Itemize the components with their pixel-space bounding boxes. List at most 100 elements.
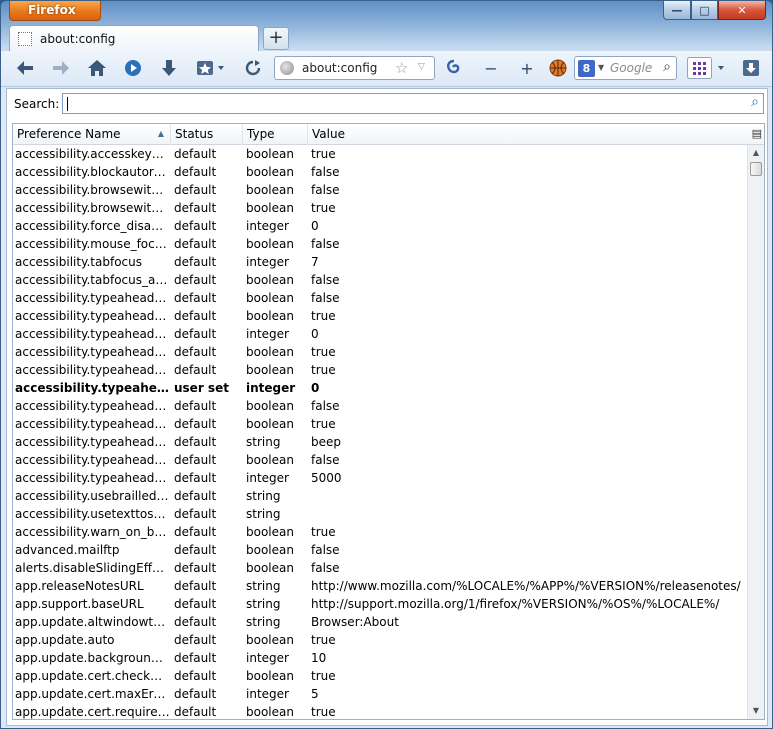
preference-name-cell: accessibility.accesskeycaus... — [15, 147, 170, 161]
addon-swirl-icon[interactable] — [442, 57, 466, 79]
preference-name-cell: accessibility.typeaheadfind.... — [15, 345, 170, 359]
table-row[interactable]: accessibility.tabfocus default integer 7 — [13, 253, 747, 271]
type-cell: boolean — [246, 183, 294, 197]
preference-name-cell: accessibility.tabfocus_appli... — [15, 273, 170, 287]
downloads-panel-icon[interactable] — [739, 57, 763, 79]
reload-icon[interactable] — [241, 57, 265, 79]
addon-ball-icon[interactable] — [546, 57, 570, 79]
value-cell: true — [311, 363, 336, 377]
table-row[interactable]: accessibility.blockautorefresh default boo… — [13, 163, 747, 181]
tab-about-config[interactable]: about:config — [9, 25, 259, 52]
status-cell: default — [174, 507, 217, 521]
table-row[interactable]: accessibility.usetexttospeech default stri… — [13, 505, 747, 523]
zoom-in-icon[interactable]: + — [515, 57, 539, 79]
engine-dropdown-icon[interactable]: ▼ — [598, 63, 604, 72]
status-cell: default — [174, 651, 217, 665]
url-history-dropdown-icon[interactable]: ▽ — [418, 62, 425, 72]
search-placeholder: Google — [610, 61, 653, 75]
value-cell: false — [311, 165, 340, 179]
url-text: about:config — [302, 61, 378, 75]
status-cell: user set — [174, 381, 229, 395]
table-row[interactable]: accessibility.typeaheadfind.... default in… — [13, 469, 747, 487]
search-icon[interactable]: ⌕ — [751, 94, 759, 110]
table-row[interactable]: app.releaseNotesURL default string http://w… — [13, 577, 747, 595]
table-row[interactable]: accessibility.typeaheadfind.... default in… — [13, 325, 747, 343]
value-cell: true — [311, 345, 336, 359]
table-row[interactable]: accessibility.browsewithcaret default bool… — [13, 181, 747, 199]
search-engine-icon[interactable]: 8 — [578, 60, 595, 77]
bookmark-star-icon[interactable]: ☆ — [395, 59, 408, 77]
value-cell: true — [311, 633, 336, 647]
status-cell: default — [174, 453, 217, 467]
table-row[interactable]: accessibility.typeaheadfind.... default bo… — [13, 415, 747, 433]
config-search-input[interactable]: ⌕ — [62, 93, 764, 114]
scroll-thumb[interactable] — [750, 162, 762, 176]
table-row[interactable]: accessibility.accesskeycaus... default boo… — [13, 145, 747, 163]
table-row[interactable]: accessibility.warn_on_brow... default bool… — [13, 523, 747, 541]
table-row[interactable]: accessibility.typeaheadfind.... default bo… — [13, 397, 747, 415]
type-cell: integer — [246, 219, 289, 233]
status-cell: default — [174, 183, 217, 197]
table-row[interactable]: accessibility.typeaheadfin... user set int… — [13, 379, 747, 397]
preference-name-cell: app.update.cert.maxErrors — [15, 687, 170, 701]
status-cell: default — [174, 525, 217, 539]
close-button[interactable]: ✕ — [718, 1, 766, 20]
value-cell: 5 — [311, 687, 319, 701]
firefox-menu-button[interactable]: Firefox — [9, 1, 101, 21]
table-row[interactable]: accessibility.tabfocus_appli... default bo… — [13, 271, 747, 289]
preference-name-cell: app.support.baseURL — [15, 597, 144, 611]
url-bar[interactable]: about:config ☆ ▽ — [274, 56, 435, 80]
new-tab-button[interactable]: + — [263, 27, 289, 50]
type-cell: integer — [246, 381, 296, 395]
table-row[interactable]: accessibility.typeaheadfind.... default bo… — [13, 451, 747, 469]
zoom-out-icon[interactable]: − — [479, 57, 503, 79]
search-icon[interactable]: ⌕ — [663, 59, 671, 75]
column-header-type[interactable]: Type — [243, 124, 308, 145]
table-row[interactable]: accessibility.typeaheadfind.... default bo… — [13, 361, 747, 379]
scroll-up-icon[interactable]: ▲ — [748, 145, 764, 161]
type-cell: string — [246, 489, 281, 503]
table-row[interactable]: accessibility.browsewithcar... default boo… — [13, 199, 747, 217]
table-row[interactable]: accessibility.usebrailledisplay default st… — [13, 487, 747, 505]
table-row[interactable]: accessibility.force_disabled default integ… — [13, 217, 747, 235]
value-cell: true — [311, 705, 336, 719]
apps-grid-icon[interactable] — [685, 57, 729, 79]
table-row[interactable]: advanced.mailftp default boolean false — [13, 541, 747, 559]
table-row[interactable]: app.update.altwindowtype default string Bro… — [13, 613, 747, 631]
table-row[interactable]: app.update.cert.maxErrors default integer 5 — [13, 685, 747, 703]
download-icon[interactable] — [157, 57, 181, 79]
table-row[interactable]: app.update.auto default boolean true — [13, 631, 747, 649]
type-cell: boolean — [246, 291, 294, 305]
preference-name-cell: accessibility.typeaheadfind.... — [15, 453, 170, 467]
column-header-preference-name[interactable]: Preference Name ▲ — [13, 124, 171, 145]
table-row[interactable]: accessibility.typeaheadfind.... default st… — [13, 433, 747, 451]
table-row[interactable]: app.update.cert.checkAttri... default bool… — [13, 667, 747, 685]
table-row[interactable]: app.update.cert.requireBuil... default boo… — [13, 703, 747, 719]
maximize-button[interactable]: □ — [691, 1, 718, 20]
minimize-button[interactable]: — — [663, 1, 691, 20]
type-cell: integer — [246, 327, 289, 341]
forward-icon[interactable] — [49, 57, 73, 79]
table-row[interactable]: app.support.baseURL default string http://s… — [13, 595, 747, 613]
table-row[interactable]: accessibility.typeaheadfind.... default bo… — [13, 307, 747, 325]
status-cell: default — [174, 237, 217, 251]
table-row[interactable]: accessibility.typeaheadfind default boolea… — [13, 289, 747, 307]
table-header: Preference Name ▲ Status Type Value ▤ — [13, 124, 764, 145]
type-cell: string — [246, 507, 281, 521]
play-media-icon[interactable] — [121, 57, 145, 79]
bookmarks-menu-icon[interactable] — [194, 57, 230, 79]
scroll-down-icon[interactable]: ▼ — [748, 703, 764, 719]
title-bar: Firefox — □ ✕ — [1, 1, 772, 23]
preference-name-cell: app.update.auto — [15, 633, 115, 647]
table-row[interactable]: accessibility.mouse_focuse... default bool… — [13, 235, 747, 253]
vertical-scrollbar[interactable]: ▲ ▼ — [747, 145, 764, 719]
home-icon[interactable] — [85, 57, 109, 79]
back-icon[interactable] — [13, 57, 37, 79]
table-row[interactable]: accessibility.typeaheadfind.... default bo… — [13, 343, 747, 361]
column-header-value[interactable]: Value — [308, 124, 746, 145]
search-bar[interactable]: 8 ▼ Google ⌕ — [574, 56, 677, 80]
column-header-status[interactable]: Status — [171, 124, 243, 145]
table-row[interactable]: alerts.disableSlidingEffect default boolea… — [13, 559, 747, 577]
table-row[interactable]: app.update.backgroundMa... default integer… — [13, 649, 747, 667]
column-picker-icon[interactable]: ▤ — [752, 127, 762, 140]
